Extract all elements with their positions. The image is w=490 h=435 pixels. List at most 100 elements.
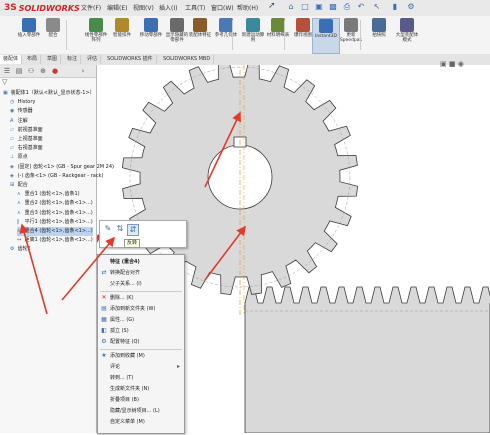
brand-name: SOLIDWORKS (18, 3, 80, 13)
feature-manager-icon[interactable]: ☰ (2, 66, 12, 76)
menu-insert[interactable]: 插入(I) (159, 3, 177, 12)
rebuild-icon[interactable]: ▮ (390, 2, 400, 12)
tree-item[interactable]: ⋏ 重合2 (齿轮<1>,齿条<1>...) (17, 199, 93, 208)
context-menu-item[interactable]: ▤ 添加到新文件夹 (W) (98, 304, 184, 315)
tree-item[interactable]: ◉ 传感器 (10, 107, 33, 116)
insert-component-button[interactable]: 插入零部件 (16, 18, 42, 52)
rack-body[interactable] (244, 286, 490, 434)
open-icon[interactable]: ▣ (314, 2, 324, 12)
tree-item[interactable]: ⋏ 重合1 (齿轮<1>,齿条1) (17, 190, 80, 199)
menu-item-label: 删除... (K) (110, 295, 134, 301)
select-icon[interactable]: ↖ (372, 2, 382, 12)
display-manager-icon[interactable]: ● (50, 66, 60, 76)
reference-geometry-button[interactable]: 参考几何体 (213, 18, 239, 52)
panel-expand-icon[interactable]: › (78, 66, 88, 76)
tree-item[interactable]: ⋏ 重合3 (齿轮<1>,齿条<1>...) (17, 209, 93, 218)
tree-item[interactable]: A 注解 (10, 117, 28, 126)
context-menu-item[interactable]: ✕ 删除... (K) (98, 293, 184, 304)
tree-item-label: 齿轮1 (16, 246, 31, 253)
context-menu-item[interactable]: 自定义菜单 (M) (98, 417, 184, 428)
tree-item[interactable]: ◈ (-) 齿条<1> (GB - Rackgear - rack) (10, 172, 103, 181)
snapshot-button[interactable]: 拍快照 (366, 18, 392, 52)
smart-fastener-icon (115, 18, 129, 32)
tree-item[interactable]: ▱ 前视基准面 (10, 126, 43, 135)
isolate-icon: ◧ (101, 327, 107, 334)
save-icon[interactable]: ▩ (328, 2, 338, 12)
menu-item-label: 折叠项目 (B) (110, 397, 139, 403)
tab-solidworks-addins[interactable]: SOLIDWORKS 插件 (104, 55, 157, 64)
instant3d-button[interactable]: Instant3D (312, 18, 340, 54)
configuration-manager-icon[interactable]: ⚇ (26, 66, 36, 76)
print-icon[interactable]: ⎙ (342, 2, 352, 12)
tree-item[interactable]: ▣ 装配体1（默认<默认_显示状态-1>） (3, 89, 95, 98)
tab-assembly[interactable]: 装配体 (0, 55, 23, 64)
tree-item[interactable]: ⋏ 重合4 (齿轮<1>,齿条<1>...) (17, 227, 93, 236)
tree-item[interactable]: ↔ 距离1 (齿轮<1>,齿条<1>...) (17, 236, 93, 245)
command-label: 配合 (48, 33, 58, 38)
flip-alignment-icon[interactable]: ⇵ (127, 224, 139, 236)
tab-layout[interactable]: 布局 (24, 55, 42, 64)
large-assembly-button[interactable]: 大型装配体模式 (394, 18, 420, 52)
menu-edit[interactable]: 编辑(E) (107, 3, 127, 12)
tree-item[interactable]: ▱ 上视基准面 (10, 135, 43, 144)
property-manager-icon[interactable]: ▤ (14, 66, 24, 76)
menu-window[interactable]: 窗口(W) (211, 3, 234, 12)
context-menu-item[interactable]: 父子关系... (I) (98, 279, 184, 290)
menu-tools[interactable]: 工具(T) (185, 3, 205, 12)
context-menu-item[interactable]: 转到... (T) (98, 373, 184, 384)
view-orientation-icon[interactable]: ▣ (440, 60, 447, 68)
context-menu-item[interactable]: 生成新文件夹 (N) (98, 384, 184, 395)
mate-button[interactable]: 配合 (40, 18, 66, 52)
pattern-icon (89, 18, 103, 32)
context-menu-item[interactable]: ◧ 孤立 (S) (98, 326, 184, 337)
tree-item[interactable]: ◷ History (10, 98, 35, 107)
menu-item-label: 隐藏/显示树项目... (L) (110, 408, 160, 414)
pin-icon[interactable]: ➚ (268, 1, 276, 11)
dimxpert-icon[interactable]: ⊕ (38, 66, 48, 76)
context-menu-item[interactable]: 折叠项目 (B) (98, 395, 184, 406)
rack-model[interactable] (244, 286, 490, 434)
tree-item-label: History (16, 99, 36, 106)
tree-item[interactable]: ◈ (固定) 齿轮<1> (GB - Spur gear 2M 24) (10, 163, 114, 172)
menu-file[interactable]: 文件(F) (81, 3, 101, 12)
tree-item-label: 配合 (16, 182, 28, 188)
tree-item[interactable]: ⊞ 配合 (10, 181, 28, 190)
bom-button[interactable]: 材料明细表 (265, 18, 291, 52)
display-style-icon[interactable]: ■ (449, 60, 456, 68)
context-menu-item[interactable]: ★ 添加到收藏 (M) (98, 351, 184, 362)
tree-item[interactable]: ⚙ 齿轮1 (10, 245, 31, 254)
tree-item[interactable]: ⊥ 原点 (10, 153, 28, 162)
context-menu-item[interactable]: ⚙ 配置特征 (Q) (98, 337, 184, 348)
move-component-button[interactable]: 移动零部件 (138, 18, 164, 52)
assembly-feature-button[interactable]: 装配体特征 (187, 18, 213, 52)
tab-evaluate[interactable]: 评估 (84, 55, 102, 64)
motion-study-icon (246, 18, 260, 32)
tree-item[interactable]: ∥ 平行1 (齿轮<1>,齿条<1>...) (17, 218, 93, 227)
tab-solidworks-mbd[interactable]: SOLIDWORKS MBD (160, 55, 215, 64)
menu-view[interactable]: 视图(V) (133, 3, 154, 12)
edit-feature-icon[interactable]: ✎ (103, 224, 113, 234)
context-menu-item[interactable]: 评论 ▸ (98, 362, 184, 373)
motion-study-button[interactable]: 新建运动算例 (240, 18, 266, 52)
undo-icon[interactable]: ↶ (356, 2, 366, 12)
menu-item-label: 自定义菜单 (M) (110, 419, 145, 425)
home-icon[interactable]: ⌂ (286, 2, 296, 12)
menu-separator (100, 349, 182, 350)
hide-show-icon[interactable]: ◉ (458, 60, 464, 68)
tab-markup[interactable]: 标注 (64, 55, 82, 64)
tree-item[interactable]: ▱ 右视基准面 (10, 144, 43, 153)
insert-component-icon (22, 18, 36, 32)
context-menu-item[interactable]: ▦ 属性... (G) (98, 315, 184, 326)
menu-item-label: 父子关系... (I) (110, 281, 142, 287)
context-menu-item[interactable]: ⇄ 转换配合对齐 (98, 268, 184, 279)
new-icon[interactable]: □ (300, 2, 310, 12)
context-menu-item[interactable]: 隐藏/显示树项目... (L) (98, 406, 184, 417)
filter-icon[interactable]: ▽ (2, 78, 7, 86)
suppress-icon[interactable]: ⇅ (115, 224, 125, 234)
options-icon[interactable]: ⚙ (406, 2, 416, 12)
solidworks-logo[interactable]: 3S SOLIDWORKS (4, 2, 80, 14)
pattern-button[interactable]: 线性零部件阵列 (83, 18, 109, 52)
tab-sketch[interactable]: 草图 (44, 55, 62, 64)
menu-help[interactable]: 帮助(H) (237, 3, 258, 12)
smart-fastener-button[interactable]: 智能扣件 (109, 18, 135, 52)
